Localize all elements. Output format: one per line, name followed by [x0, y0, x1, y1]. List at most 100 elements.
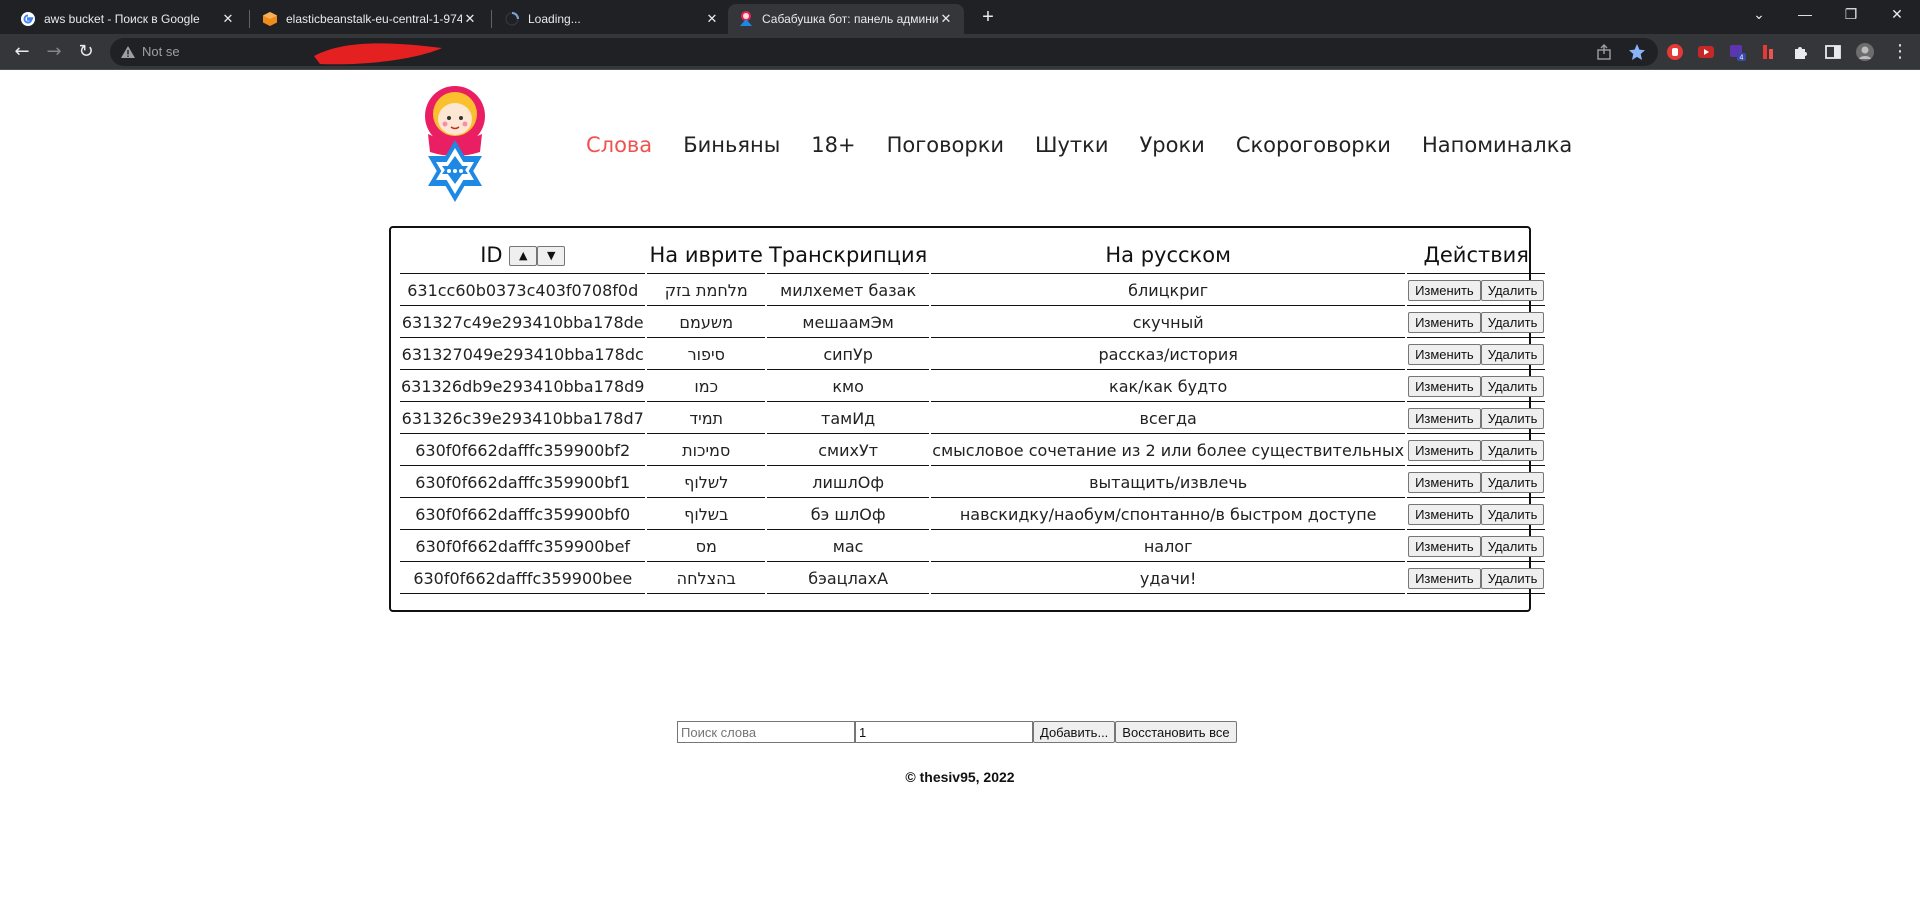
tab-title: aws bucket - Поиск в Google: [44, 12, 200, 26]
delete-button[interactable]: Удалить: [1480, 376, 1545, 397]
actions-cell: Изменить Удалить: [1407, 276, 1546, 306]
share-icon[interactable]: [1596, 44, 1612, 60]
delete-button[interactable]: Удалить: [1480, 536, 1545, 557]
close-icon[interactable]: ✕: [938, 11, 954, 27]
tab-search-icon[interactable]: ⌄: [1736, 0, 1782, 30]
browser-tab[interactable]: Loading... ✕: [494, 4, 730, 34]
delete-button[interactable]: Удалить: [1480, 280, 1545, 301]
close-window-button[interactable]: ✕: [1874, 0, 1920, 30]
edit-button[interactable]: Изменить: [1408, 280, 1481, 301]
table-row: 631326db9e293410bba178d9 כמו кмо как/как бу…: [400, 372, 1546, 402]
tab-title: Сабабушка бот: панель админи: [762, 12, 938, 26]
delete-button[interactable]: Удалить: [1480, 568, 1545, 589]
russian-translation-cell: налог: [931, 532, 1406, 562]
delete-button[interactable]: Удалить: [1480, 312, 1545, 333]
extension-shield-icon[interactable]: [1666, 43, 1684, 61]
transcription-cell: смихУт: [766, 436, 930, 466]
restore-all-button[interactable]: Восстановить все: [1115, 721, 1237, 743]
russian-translation-cell: скучный: [931, 308, 1406, 338]
tab-separator: [491, 10, 492, 28]
redaction-scribble: [314, 43, 442, 65]
hebrew-word-cell: לשלוף: [647, 468, 765, 498]
avatar[interactable]: [1856, 43, 1874, 61]
russian-translation-cell: всегда: [931, 404, 1406, 434]
hebrew-column-header: На иврите: [647, 236, 765, 274]
word-id-cell: 631327049e293410bba178dc: [400, 340, 646, 370]
delete-button[interactable]: Удалить: [1480, 504, 1545, 525]
nav-item-lessons[interactable]: Уроки: [1140, 133, 1205, 157]
hebrew-word-cell: מס: [647, 532, 765, 562]
bookmark-star-icon[interactable]: [1628, 43, 1646, 61]
nav-item-words[interactable]: Слова: [586, 133, 652, 157]
nav-item-tongue-twisters[interactable]: Скороговорки: [1236, 133, 1391, 157]
id-header-label: ID: [480, 242, 503, 267]
nav-item-jokes[interactable]: Шутки: [1035, 133, 1108, 157]
actions-cell: Изменить Удалить: [1407, 404, 1546, 434]
restore-button[interactable]: ❐: [1828, 0, 1874, 30]
browser-tab-active[interactable]: Сабабушка бот: панель админи ✕: [728, 4, 964, 34]
puzzle-icon[interactable]: [1792, 43, 1810, 61]
sort-descending-button[interactable]: ▼: [537, 245, 566, 266]
transcription-cell: бэацлахА: [766, 564, 930, 594]
table-row: 630f0f662dafffc359900bf0 בשלוף бэ шлОф навс…: [400, 500, 1546, 530]
id-column-header: ID ▲ ▼: [400, 236, 646, 274]
delete-button[interactable]: Удалить: [1480, 472, 1545, 493]
edit-button[interactable]: Изменить: [1408, 504, 1481, 525]
hebrew-word-cell: בשלוף: [647, 500, 765, 530]
close-icon[interactable]: ✕: [462, 11, 478, 27]
extension-bars-icon[interactable]: [1760, 43, 1778, 61]
reload-icon[interactable]: ↻: [72, 38, 100, 66]
nav-item-reminder[interactable]: Напоминалка: [1422, 133, 1572, 157]
edit-button[interactable]: Изменить: [1408, 408, 1481, 429]
word-id-cell: 630f0f662dafffc359900bf1: [400, 468, 646, 498]
side-panel-icon[interactable]: [1824, 43, 1842, 61]
delete-button[interactable]: Удалить: [1480, 440, 1545, 461]
edit-button[interactable]: Изменить: [1408, 312, 1481, 333]
hebrew-word-cell: סמיכות: [647, 436, 765, 466]
edit-button[interactable]: Изменить: [1408, 472, 1481, 493]
delete-button[interactable]: Удалить: [1480, 408, 1545, 429]
hebrew-word-cell: משעמם: [647, 308, 765, 338]
add-word-button[interactable]: Добавить...: [1033, 721, 1116, 743]
browser-tab-bar: aws bucket - Поиск в Google ✕ elasticbea…: [0, 0, 1920, 34]
tab-title: Loading...: [528, 12, 581, 26]
transcription-cell: лишлОф: [766, 468, 930, 498]
edit-button[interactable]: Изменить: [1408, 536, 1481, 557]
close-icon[interactable]: ✕: [220, 11, 236, 27]
table-row: 631327049e293410bba178dc סיפור сипУр расска…: [400, 340, 1546, 370]
search-input[interactable]: [677, 721, 855, 743]
back-arrow-icon[interactable]: ←: [8, 38, 36, 66]
actions-cell: Изменить Удалить: [1407, 436, 1546, 466]
sort-ascending-button[interactable]: ▲: [509, 245, 538, 266]
hebrew-word-cell: סיפור: [647, 340, 765, 370]
new-tab-button[interactable]: +: [976, 6, 1000, 30]
word-id-cell: 630f0f662dafffc359900bef: [400, 532, 646, 562]
actions-cell: Изменить Удалить: [1407, 500, 1546, 530]
page-number-input[interactable]: [855, 721, 1033, 743]
edit-button[interactable]: Изменить: [1408, 440, 1481, 461]
extension-video-icon[interactable]: [1697, 43, 1715, 61]
nav-item-sayings[interactable]: Поговорки: [887, 133, 1004, 157]
extension-badge-icon[interactable]: 4: [1728, 43, 1746, 61]
delete-button[interactable]: Удалить: [1480, 344, 1545, 365]
minimize-button[interactable]: —: [1782, 0, 1828, 30]
edit-button[interactable]: Изменить: [1408, 376, 1481, 397]
nav-item-binyanim[interactable]: Биньяны: [683, 133, 780, 157]
forward-arrow-icon[interactable]: →: [40, 38, 68, 66]
nav-item-18plus[interactable]: 18+: [811, 133, 855, 157]
close-icon[interactable]: ✕: [704, 11, 720, 27]
tab-title: elasticbeanstalk-eu-central-1-974: [286, 12, 462, 26]
page-content: Слова Биньяны 18+ Поговорки Шутки Уроки …: [0, 71, 1920, 915]
matryoshka-logo: [425, 86, 485, 202]
edit-button[interactable]: Изменить: [1408, 568, 1481, 589]
browser-tab[interactable]: elasticbeanstalk-eu-central-1-974 ✕: [252, 4, 488, 34]
words-table: ID ▲ ▼ На иврите Транскрипция На русском …: [398, 234, 1547, 596]
footer-copyright: © thesiv95, 2022: [905, 769, 1015, 785]
menu-kebab-icon[interactable]: ⋮: [1886, 38, 1914, 66]
table-row: 631326c39e293410bba178d7 תמיד тамИд всегда И…: [400, 404, 1546, 434]
word-id-cell: 631326c39e293410bba178d7: [400, 404, 646, 434]
edit-button[interactable]: Изменить: [1408, 344, 1481, 365]
browser-tab[interactable]: aws bucket - Поиск в Google ✕: [10, 4, 246, 34]
russian-translation-cell: удачи!: [931, 564, 1406, 594]
address-bar[interactable]: Not se: [110, 38, 1658, 66]
